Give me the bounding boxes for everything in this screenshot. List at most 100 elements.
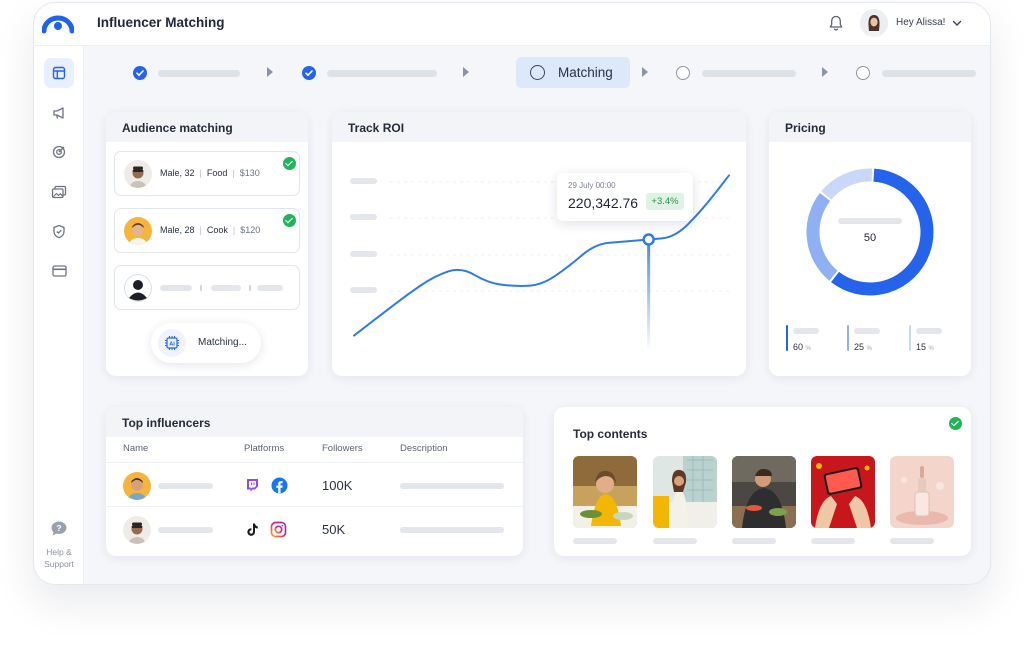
step-3-circle-icon bbox=[530, 65, 545, 80]
roi-data-point[interactable] bbox=[432, 274, 436, 278]
legend-unit: % bbox=[928, 346, 934, 352]
roi-data-point[interactable] bbox=[593, 242, 597, 246]
audience-matching-card: Audience matching Male, 32 | Food | $130 Mal… bbox=[106, 112, 308, 376]
content-thumbnail-cooking[interactable] bbox=[732, 456, 796, 528]
roi-data-point[interactable] bbox=[459, 265, 463, 269]
donut-slice[interactable] bbox=[821, 168, 873, 200]
step-5-circle-icon[interactable] bbox=[856, 66, 870, 80]
step-arrow-icon bbox=[822, 67, 828, 77]
legend-label-placeholder bbox=[916, 328, 942, 334]
sidebar-item-targeting[interactable] bbox=[44, 137, 74, 167]
tooltip-date: 29 July 00:00 bbox=[568, 181, 616, 190]
user-avatar-image bbox=[860, 9, 888, 37]
legend-value: 25 bbox=[854, 342, 865, 352]
sidebar-item-security[interactable] bbox=[44, 216, 74, 246]
content-caption-placeholder bbox=[573, 538, 617, 544]
top-contents-title: Top contents bbox=[573, 427, 648, 441]
separator bbox=[200, 285, 202, 291]
col-name: Name bbox=[123, 443, 149, 454]
step-4-label-placeholder bbox=[702, 70, 796, 77]
step-3-matching[interactable]: Matching bbox=[516, 57, 630, 88]
content-thumbnail-food[interactable] bbox=[573, 456, 637, 528]
roi-data-point[interactable] bbox=[406, 292, 410, 296]
roi-highlight-point[interactable] bbox=[642, 233, 655, 246]
roi-data-point[interactable] bbox=[700, 208, 704, 212]
step-2-done-icon[interactable] bbox=[302, 66, 316, 80]
donut-center-value: 50 bbox=[863, 232, 877, 244]
credit-card-icon bbox=[51, 265, 67, 277]
highlight-drop-line bbox=[647, 239, 651, 352]
roi-data-point[interactable] bbox=[566, 265, 570, 269]
top-bar: Influencer Matching Hey Alissa! bbox=[34, 3, 990, 46]
help-support-link[interactable]: ? Help & Support bbox=[34, 520, 84, 570]
step-4-circle-icon[interactable] bbox=[676, 66, 690, 80]
roi-data-point[interactable] bbox=[379, 313, 383, 317]
roi-data-point[interactable] bbox=[673, 235, 677, 239]
twitch-icon[interactable] bbox=[245, 478, 259, 492]
roi-tooltip: 29 July 00:00 220,342.76 +3.4% bbox=[557, 173, 693, 221]
pricing-legend-item: 60 % bbox=[786, 325, 819, 352]
notification-bell-icon[interactable] bbox=[827, 14, 845, 32]
ai-chip-icon: AI bbox=[158, 329, 186, 357]
user-avatar[interactable] bbox=[860, 9, 888, 37]
sidebar: ? Help & Support bbox=[34, 46, 84, 584]
description-placeholder bbox=[400, 483, 504, 489]
ai-matching-button[interactable]: AI Matching... bbox=[151, 323, 261, 363]
audience-avatar bbox=[124, 217, 152, 245]
megaphone-icon bbox=[52, 107, 64, 119]
pricing-card: Pricing 50 60 % 25 % 15 % bbox=[769, 112, 971, 376]
step-1-done-icon[interactable] bbox=[133, 66, 147, 80]
chevron-down-icon[interactable] bbox=[951, 17, 963, 29]
audience-matching-title: Audience matching bbox=[106, 112, 308, 142]
content-thumbnail-cosmetics[interactable] bbox=[890, 456, 954, 528]
app-window: Influencer Matching Hey Alissa! ? Help &… bbox=[33, 2, 991, 585]
shield-icon bbox=[53, 224, 65, 238]
sidebar-item-campaigns[interactable] bbox=[44, 98, 74, 128]
sidebar-item-billing[interactable] bbox=[44, 256, 74, 286]
step-arrow-icon bbox=[642, 67, 648, 77]
roi-data-point[interactable] bbox=[727, 173, 731, 177]
audience-avatar-placeholder bbox=[124, 274, 152, 302]
tiktok-icon[interactable] bbox=[245, 522, 259, 537]
tooltip-value: 220,342.76 bbox=[568, 195, 639, 211]
audience-details: Male, 28 | Cook | $120 bbox=[160, 225, 261, 235]
brand-logo-icon[interactable] bbox=[42, 14, 74, 34]
legend-label-placeholder bbox=[854, 328, 880, 334]
sidebar-item-dashboard[interactable] bbox=[44, 58, 74, 88]
instagram-icon[interactable] bbox=[270, 521, 287, 538]
pricing-legend-item: 25 % bbox=[847, 325, 880, 352]
col-platforms: Platforms bbox=[244, 443, 285, 454]
facebook-icon[interactable] bbox=[271, 477, 288, 494]
placeholder-bar bbox=[257, 285, 283, 291]
roi-data-point[interactable] bbox=[486, 281, 490, 285]
influencers-table-header: Name Platforms Followers Description bbox=[106, 437, 523, 459]
placeholder-bar bbox=[160, 285, 192, 291]
content-thumbnail-kitchen[interactable] bbox=[653, 456, 717, 528]
roi-data-point[interactable] bbox=[620, 240, 624, 244]
audience-row[interactable]: Male, 28 | Cook | $120 bbox=[114, 208, 300, 253]
separator bbox=[249, 285, 251, 291]
content-thumbnail-gadget[interactable] bbox=[811, 456, 875, 528]
followers-count: 50K bbox=[322, 522, 346, 537]
app-title: Influencer Matching bbox=[97, 15, 225, 30]
legend-value: 15 bbox=[916, 342, 927, 352]
roi-data-point[interactable] bbox=[540, 283, 544, 287]
content-caption-placeholder bbox=[732, 538, 776, 544]
step-2-label-placeholder bbox=[327, 70, 437, 77]
content-caption-placeholder bbox=[811, 538, 855, 544]
roi-data-point[interactable] bbox=[352, 334, 356, 338]
matched-check-icon bbox=[283, 214, 296, 227]
roi-line-chart[interactable] bbox=[332, 112, 746, 376]
target-icon bbox=[52, 145, 66, 159]
legend-unit: % bbox=[866, 346, 872, 352]
table-row[interactable]: 100K bbox=[106, 462, 523, 506]
sidebar-item-gallery[interactable] bbox=[44, 177, 74, 207]
user-greeting: Hey Alissa! bbox=[896, 17, 946, 28]
roi-data-point[interactable] bbox=[513, 284, 517, 288]
audience-row[interactable]: Male, 32 | Food | $130 bbox=[114, 151, 300, 196]
table-row[interactable]: 50K bbox=[106, 506, 523, 550]
matched-check-icon bbox=[283, 157, 296, 170]
placeholder-bar bbox=[211, 285, 241, 291]
top-contents-card: Top contents bbox=[554, 407, 971, 556]
audience-row-pending[interactable] bbox=[114, 265, 300, 310]
